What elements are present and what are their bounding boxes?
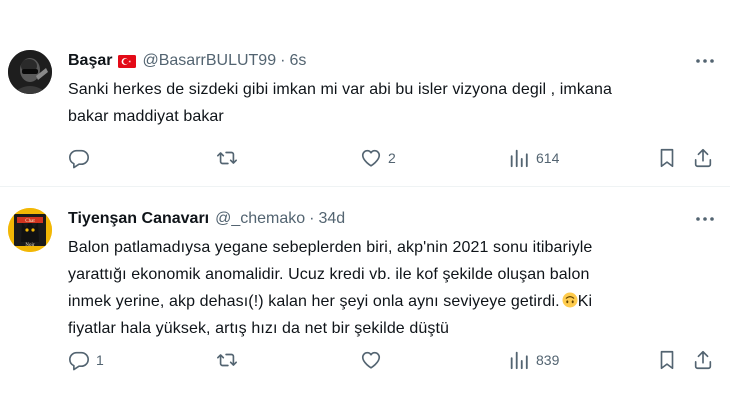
reply-button[interactable] xyxy=(68,146,96,170)
tweet-text-segment: inmek yerine, akp dehası(!) kalan her şe… xyxy=(68,293,560,310)
tweet-text-line: Balon patlamadıysa yegane sebeplerden bi… xyxy=(68,239,593,256)
avatar[interactable] xyxy=(8,50,52,94)
like-button[interactable] xyxy=(360,348,388,372)
views-icon xyxy=(510,149,528,168)
views-button[interactable]: 839 xyxy=(508,348,559,372)
timestamp[interactable]: 6s xyxy=(289,52,306,70)
views-count: 839 xyxy=(536,352,560,368)
tweet-text-line: bakar maddiyat bakar xyxy=(68,108,224,125)
user-handle[interactable]: @_chemako xyxy=(215,210,305,228)
views-button[interactable]: 614 xyxy=(508,146,559,170)
reply-icon xyxy=(69,149,89,169)
bookmark-icon xyxy=(660,148,674,168)
tweet-divider xyxy=(0,186,730,187)
separator-dot: · xyxy=(280,52,286,69)
views-icon xyxy=(510,351,528,370)
tweet[interactable]: Chat Noir Tiyenşan Canavarı @_chemako · … xyxy=(0,194,730,394)
like-button[interactable]: 2 xyxy=(360,146,396,170)
retweet-icon xyxy=(217,151,237,165)
like-count: 2 xyxy=(388,150,396,166)
display-name[interactable]: Tiyenşan Canavarı xyxy=(68,210,209,228)
reply-icon xyxy=(69,351,89,371)
avatar[interactable]: Chat Noir xyxy=(8,208,52,252)
bookmark-icon xyxy=(660,350,674,370)
avatar-photo xyxy=(8,50,52,94)
separator-dot: · xyxy=(309,210,315,227)
tweet-text-line: Sanki herkes de sizdeki gibi imkan mi va… xyxy=(68,81,612,98)
turkey-flag-icon xyxy=(118,54,137,68)
avatar-text: Noir xyxy=(25,243,35,248)
tweet[interactable]: Başar @BasarrBULUT99 · 6s Sanki herkes d… xyxy=(0,36,730,186)
tweet-header: Tiyenşan Canavarı @_chemako · 34d xyxy=(68,208,345,230)
avatar-text: Chat xyxy=(25,219,35,224)
tweet-text: Sanki herkes de sizdeki gibi imkan mi va… xyxy=(68,76,708,130)
display-name[interactable]: Başar xyxy=(68,52,112,70)
timeline: Başar @BasarrBULUT99 · 6s Sanki herkes d… xyxy=(0,0,730,420)
heart-icon xyxy=(361,149,381,167)
share-icon xyxy=(694,148,712,168)
share-icon xyxy=(694,350,712,370)
reply-button[interactable]: 1 xyxy=(68,348,104,372)
tweet-text-line: yarattığı ekonomik anomalidir. Ucuz kred… xyxy=(68,266,590,283)
user-handle[interactable]: @BasarrBULUT99 xyxy=(142,52,276,70)
action-bar: 1 839 xyxy=(68,348,718,372)
more-icon[interactable] xyxy=(694,52,716,70)
retweet-icon xyxy=(217,353,237,367)
upside-down-face-emoji xyxy=(562,292,578,308)
share-button[interactable] xyxy=(692,146,714,170)
tweet-text-line: inmek yerine, akp dehası(!) kalan her şe… xyxy=(68,288,708,315)
tweet-text-segment: Ki xyxy=(577,293,593,310)
bookmark-button[interactable] xyxy=(656,146,678,170)
timestamp[interactable]: 34d xyxy=(319,210,346,228)
tweet-text-line: fiyatlar hala yüksek, artış hızı da net … xyxy=(68,320,449,337)
action-bar: 2 614 xyxy=(68,146,718,170)
tweet-text: Balon patlamadıysa yegane sebeplerden bi… xyxy=(68,234,708,342)
share-button[interactable] xyxy=(692,348,714,372)
views-count: 614 xyxy=(536,150,560,166)
retweet-button[interactable] xyxy=(216,146,244,170)
tweet-header: Başar @BasarrBULUT99 · 6s xyxy=(68,50,306,72)
avatar-photo: Chat Noir xyxy=(8,208,52,252)
bookmark-button[interactable] xyxy=(656,348,678,372)
heart-icon xyxy=(361,351,381,369)
retweet-button[interactable] xyxy=(216,348,244,372)
reply-count: 1 xyxy=(96,352,104,368)
more-icon[interactable] xyxy=(694,210,716,228)
